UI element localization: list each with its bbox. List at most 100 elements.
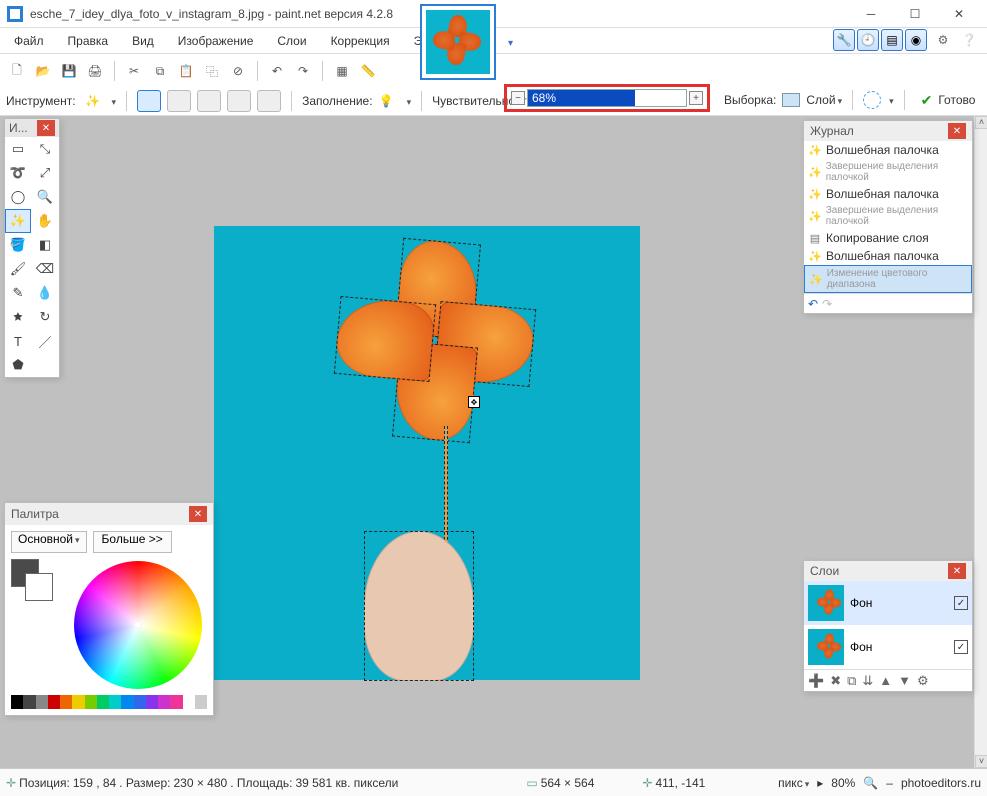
history-close[interactable]: ✕: [948, 123, 966, 139]
bg-swatch[interactable]: [25, 573, 53, 601]
layers-panel-toggle[interactable]: ▤: [881, 29, 903, 51]
copy-icon[interactable]: ⧉: [149, 60, 171, 82]
tools-panel-toggle[interactable]: 🔧: [833, 29, 855, 51]
history-item[interactable]: ✨Волшебная палочка: [804, 185, 972, 203]
menu-edit[interactable]: Правка: [62, 30, 115, 52]
layer-delete-icon[interactable]: ✖: [830, 673, 841, 689]
scroll-down-icon[interactable]: ˅: [975, 755, 987, 768]
colors-panel-toggle[interactable]: ◉: [905, 29, 927, 51]
history-item[interactable]: ✨Волшебная палочка: [804, 247, 972, 265]
layers-list[interactable]: Фон✓Фон✓: [804, 581, 972, 669]
settings-icon[interactable]: ⚙: [933, 30, 953, 50]
swatch[interactable]: [23, 695, 35, 709]
tools-window-close[interactable]: ✕: [37, 120, 55, 136]
layer-visibility-checkbox[interactable]: ✓: [954, 596, 968, 610]
image-thumbnail[interactable]: [420, 4, 496, 80]
sampling-value[interactable]: Слой: [806, 93, 842, 107]
ready-label[interactable]: Готово: [938, 93, 975, 107]
swatch[interactable]: [97, 695, 109, 709]
menu-view[interactable]: Вид: [126, 30, 160, 52]
history-item[interactable]: ✨Изменение цветового диапазона: [804, 265, 972, 293]
tool-magic-wand[interactable]: ✨: [5, 209, 31, 233]
swatch[interactable]: [109, 695, 121, 709]
tool-pan[interactable]: ✋: [32, 209, 58, 233]
fill-dropdown-icon[interactable]: [405, 94, 412, 108]
history-item[interactable]: ✨Волшебная палочка: [804, 141, 972, 159]
history-redo-icon[interactable]: ↷: [822, 297, 832, 311]
selection-mode-replace[interactable]: [137, 90, 161, 112]
menu-adjust[interactable]: Коррекция: [325, 30, 396, 52]
tolerance-minus-button[interactable]: −: [511, 91, 525, 105]
flood-mode-icon[interactable]: [863, 91, 881, 109]
paste-icon[interactable]: 📋: [175, 60, 197, 82]
swatch[interactable]: [121, 695, 133, 709]
swatch-strip[interactable]: [11, 695, 207, 709]
history-list[interactable]: ✨Волшебная палочка✨Завершение выделения …: [804, 141, 972, 293]
selection-mode-invert[interactable]: [257, 90, 281, 112]
layer-duplicate-icon[interactable]: ⧉: [847, 673, 856, 689]
tool-zoom[interactable]: 🔍: [32, 185, 58, 209]
crop-icon[interactable]: ⿻: [201, 60, 223, 82]
layer-row[interactable]: Фон✓: [804, 625, 972, 669]
fg-bg-swatches[interactable]: [11, 559, 57, 605]
tool-brush[interactable]: 🖌: [5, 257, 31, 281]
swatch[interactable]: [85, 695, 97, 709]
canvas[interactable]: ✥: [214, 226, 640, 680]
color-wheel[interactable]: [74, 561, 202, 689]
close-button[interactable]: ✕: [937, 1, 981, 27]
tool-lasso[interactable]: ➰: [5, 161, 31, 185]
layer-props-icon[interactable]: ⚙: [917, 673, 929, 689]
layers-close[interactable]: ✕: [948, 563, 966, 579]
tolerance-slider[interactable]: 68%: [527, 89, 687, 107]
flood-dropdown-icon[interactable]: [887, 93, 894, 107]
undo-icon[interactable]: ↶: [266, 60, 288, 82]
tool-pencil[interactable]: ✎: [5, 281, 31, 305]
swatch[interactable]: [36, 695, 48, 709]
layer-down-icon[interactable]: ▼: [898, 673, 911, 688]
tool-recolor[interactable]: ↻: [32, 305, 58, 329]
layer-add-icon[interactable]: ➕: [808, 673, 824, 689]
history-item[interactable]: ▤Копирование слоя: [804, 229, 972, 247]
save-file-icon[interactable]: 💾: [58, 60, 80, 82]
swatch[interactable]: [48, 695, 60, 709]
swatch[interactable]: [134, 695, 146, 709]
tool-move-selection[interactable]: ⤡: [32, 137, 58, 161]
ruler-icon[interactable]: 📏: [357, 60, 379, 82]
zoom-arrow-icon[interactable]: ▸: [817, 776, 823, 790]
new-file-icon[interactable]: 🗋: [6, 60, 28, 82]
active-tool-icon[interactable]: ✨: [82, 90, 104, 112]
selection-mode-sub[interactable]: [197, 90, 221, 112]
palette-mode-select[interactable]: Основной: [11, 531, 87, 553]
tool-move-pixels[interactable]: ⤢: [32, 161, 58, 185]
open-file-icon[interactable]: 📂: [32, 60, 54, 82]
tool-gradient[interactable]: ◧: [32, 233, 58, 257]
menu-file[interactable]: Файл: [8, 30, 50, 52]
tool-picker[interactable]: 💧: [32, 281, 58, 305]
tool-fill[interactable]: 🪣: [5, 233, 31, 257]
layer-row[interactable]: Фон✓: [804, 581, 972, 625]
layer-visibility-checkbox[interactable]: ✓: [954, 640, 968, 654]
palette-more-button[interactable]: Больше >>: [93, 531, 172, 553]
history-item[interactable]: ✨Завершение выделения палочкой: [804, 203, 972, 229]
tool-rect-select[interactable]: ▭: [5, 137, 31, 161]
unit-select[interactable]: пикс: [778, 776, 809, 790]
swatch[interactable]: [72, 695, 84, 709]
grid-icon[interactable]: ▦: [331, 60, 353, 82]
swatch[interactable]: [158, 695, 170, 709]
swatch[interactable]: [146, 695, 158, 709]
selection-mode-intersect[interactable]: [227, 90, 251, 112]
tolerance-plus-button[interactable]: +: [689, 91, 703, 105]
tool-eraser[interactable]: ⌫: [32, 257, 58, 281]
minimize-button[interactable]: ─: [849, 1, 893, 27]
menu-layers[interactable]: Слои: [271, 30, 312, 52]
vertical-scrollbar[interactable]: ˄ ˅: [974, 116, 987, 768]
tool-shape[interactable]: ⬟: [5, 353, 31, 377]
tool-line[interactable]: ／: [32, 329, 58, 353]
zoom-fit-icon[interactable]: 🔍: [863, 776, 878, 790]
swatch[interactable]: [170, 695, 182, 709]
print-icon[interactable]: 🖨: [84, 60, 106, 82]
thumb-menu-icon[interactable]: ▾: [508, 38, 513, 49]
help-icon[interactable]: ❔: [959, 30, 979, 50]
selection-mode-add[interactable]: [167, 90, 191, 112]
tool-dropdown-icon[interactable]: [110, 94, 117, 108]
